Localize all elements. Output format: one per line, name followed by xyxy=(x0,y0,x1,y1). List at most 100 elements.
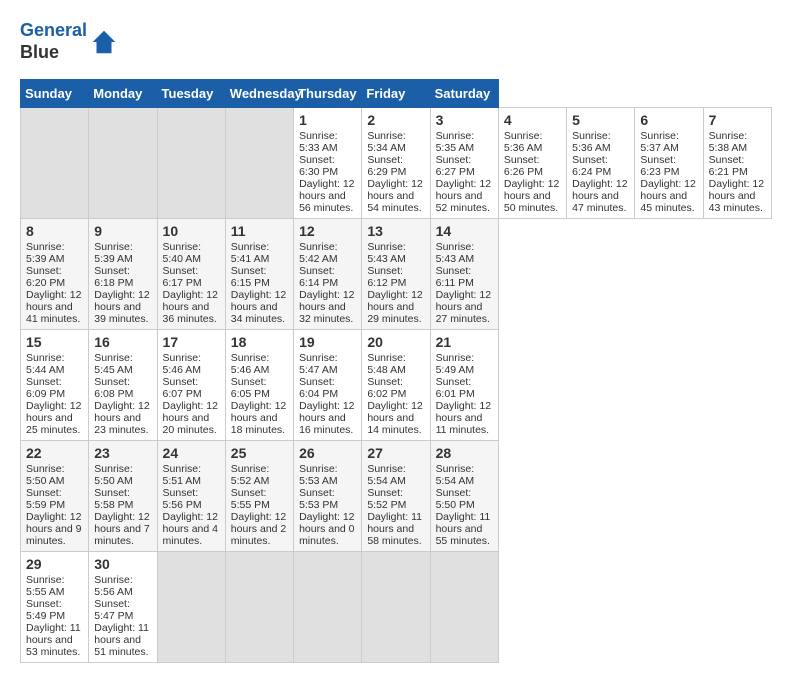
daylight: Daylight: 12 hours and 25 minutes. xyxy=(26,400,81,436)
day-number: 5 xyxy=(572,112,629,128)
sunrise: Sunrise: 5:41 AM xyxy=(231,241,270,265)
header-thursday: Thursday xyxy=(294,80,362,108)
daylight: Daylight: 12 hours and 29 minutes. xyxy=(367,289,422,325)
daylight: Daylight: 12 hours and 27 minutes. xyxy=(436,289,491,325)
day-number: 24 xyxy=(163,445,220,461)
day-number: 7 xyxy=(709,112,766,128)
sunset: Sunset: 6:04 PM xyxy=(299,376,338,400)
calendar-cell xyxy=(157,108,225,219)
sunset: Sunset: 5:55 PM xyxy=(231,487,270,511)
calendar-cell: 15Sunrise: 5:44 AMSunset: 6:09 PMDayligh… xyxy=(21,330,89,441)
calendar-cell: 16Sunrise: 5:45 AMSunset: 6:08 PMDayligh… xyxy=(89,330,157,441)
day-number: 21 xyxy=(436,334,493,350)
calendar-table: SundayMondayTuesdayWednesdayThursdayFrid… xyxy=(20,79,772,663)
calendar-cell: 4Sunrise: 5:36 AMSunset: 6:26 PMDaylight… xyxy=(498,108,566,219)
daylight: Daylight: 12 hours and 9 minutes. xyxy=(26,511,81,547)
daylight: Daylight: 12 hours and 43 minutes. xyxy=(709,178,764,214)
logo-icon xyxy=(89,27,119,57)
page-header: GeneralBlue xyxy=(20,20,772,63)
daylight: Daylight: 12 hours and 7 minutes. xyxy=(94,511,149,547)
calendar-week-row: 15Sunrise: 5:44 AMSunset: 6:09 PMDayligh… xyxy=(21,330,772,441)
sunset: Sunset: 6:21 PM xyxy=(709,154,748,178)
calendar-cell xyxy=(157,552,225,663)
daylight: Daylight: 12 hours and 32 minutes. xyxy=(299,289,354,325)
calendar-body: 1Sunrise: 5:33 AMSunset: 6:30 PMDaylight… xyxy=(21,108,772,663)
day-number: 13 xyxy=(367,223,424,239)
calendar-week-row: 29Sunrise: 5:55 AMSunset: 5:49 PMDayligh… xyxy=(21,552,772,663)
sunrise: Sunrise: 5:36 AM xyxy=(572,130,611,154)
header-monday: Monday xyxy=(89,80,157,108)
day-number: 29 xyxy=(26,556,83,572)
daylight: Daylight: 12 hours and 16 minutes. xyxy=(299,400,354,436)
sunrise: Sunrise: 5:45 AM xyxy=(94,352,133,376)
day-number: 15 xyxy=(26,334,83,350)
daylight: Daylight: 12 hours and 45 minutes. xyxy=(640,178,695,214)
sunrise: Sunrise: 5:35 AM xyxy=(436,130,475,154)
calendar-week-row: 22Sunrise: 5:50 AMSunset: 5:59 PMDayligh… xyxy=(21,441,772,552)
calendar-cell: 5Sunrise: 5:36 AMSunset: 6:24 PMDaylight… xyxy=(567,108,635,219)
day-number: 19 xyxy=(299,334,356,350)
calendar-cell: 25Sunrise: 5:52 AMSunset: 5:55 PMDayligh… xyxy=(225,441,293,552)
sunrise: Sunrise: 5:43 AM xyxy=(367,241,406,265)
sunrise: Sunrise: 5:34 AM xyxy=(367,130,406,154)
header-wednesday: Wednesday xyxy=(225,80,293,108)
sunrise: Sunrise: 5:33 AM xyxy=(299,130,338,154)
sunset: Sunset: 5:56 PM xyxy=(163,487,202,511)
sunrise: Sunrise: 5:39 AM xyxy=(26,241,65,265)
sunset: Sunset: 5:47 PM xyxy=(94,598,133,622)
sunset: Sunset: 6:26 PM xyxy=(504,154,543,178)
day-number: 11 xyxy=(231,223,288,239)
sunset: Sunset: 6:17 PM xyxy=(163,265,202,289)
sunrise: Sunrise: 5:46 AM xyxy=(163,352,202,376)
calendar-cell: 20Sunrise: 5:48 AMSunset: 6:02 PMDayligh… xyxy=(362,330,430,441)
daylight: Daylight: 12 hours and 20 minutes. xyxy=(163,400,218,436)
sunrise: Sunrise: 5:50 AM xyxy=(94,463,133,487)
calendar-cell xyxy=(21,108,89,219)
calendar-cell: 29Sunrise: 5:55 AMSunset: 5:49 PMDayligh… xyxy=(21,552,89,663)
sunrise: Sunrise: 5:49 AM xyxy=(436,352,475,376)
day-number: 27 xyxy=(367,445,424,461)
calendar-cell: 2 Sunrise: 5:34 AMSunset: 6:29 PMDaylight… xyxy=(362,108,430,219)
calendar-cell xyxy=(225,552,293,663)
calendar-cell: 30Sunrise: 5:56 AMSunset: 5:47 PMDayligh… xyxy=(89,552,157,663)
sunset: Sunset: 6:27 PM xyxy=(436,154,475,178)
calendar-cell xyxy=(225,108,293,219)
daylight: Daylight: 12 hours and 18 minutes. xyxy=(231,400,286,436)
daylight: Daylight: 12 hours and 11 minutes. xyxy=(436,400,491,436)
sunset: Sunset: 6:24 PM xyxy=(572,154,611,178)
day-number: 2 xyxy=(367,112,424,128)
sunset: Sunset: 6:14 PM xyxy=(299,265,338,289)
calendar-cell: 19 Sunrise: 5:47 AMSunset: 6:04 PMDayligh… xyxy=(294,330,362,441)
calendar-cell: 26Sunrise: 5:53 AMSunset: 5:53 PMDayligh… xyxy=(294,441,362,552)
daylight: Daylight: 12 hours and 50 minutes. xyxy=(504,178,559,214)
sunrise: Sunrise: 5:46 AM xyxy=(231,352,270,376)
calendar-cell: 27Sunrise: 5:54 AMSunset: 5:52 PMDayligh… xyxy=(362,441,430,552)
daylight: Daylight: 12 hours and 36 minutes. xyxy=(163,289,218,325)
day-number: 22 xyxy=(26,445,83,461)
sunset: Sunset: 6:05 PM xyxy=(231,376,270,400)
daylight: Daylight: 12 hours and 4 minutes. xyxy=(163,511,218,547)
day-number: 16 xyxy=(94,334,151,350)
sunset: Sunset: 6:07 PM xyxy=(163,376,202,400)
day-number: 20 xyxy=(367,334,424,350)
calendar-header-row: SundayMondayTuesdayWednesdayThursdayFrid… xyxy=(21,80,772,108)
sunset: Sunset: 6:08 PM xyxy=(94,376,133,400)
calendar-week-row: 8Sunrise: 5:39 AMSunset: 6:20 PMDaylight… xyxy=(21,219,772,330)
daylight: Daylight: 12 hours and 54 minutes. xyxy=(367,178,422,214)
sunset: Sunset: 6:30 PM xyxy=(299,154,338,178)
sunrise: Sunrise: 5:47 AM xyxy=(299,352,338,376)
sunset: Sunset: 5:50 PM xyxy=(436,487,475,511)
sunset: Sunset: 6:12 PM xyxy=(367,265,406,289)
calendar-cell: 11Sunrise: 5:41 AMSunset: 6:15 PMDayligh… xyxy=(225,219,293,330)
calendar-cell: 22Sunrise: 5:50 AMSunset: 5:59 PMDayligh… xyxy=(21,441,89,552)
sunrise: Sunrise: 5:53 AM xyxy=(299,463,338,487)
day-number: 10 xyxy=(163,223,220,239)
sunset: Sunset: 5:53 PM xyxy=(299,487,338,511)
sunset: Sunset: 6:29 PM xyxy=(367,154,406,178)
daylight: Daylight: 12 hours and 56 minutes. xyxy=(299,178,354,214)
calendar-cell xyxy=(89,108,157,219)
calendar-cell: 14Sunrise: 5:43 AMSunset: 6:11 PMDayligh… xyxy=(430,219,498,330)
day-number: 28 xyxy=(436,445,493,461)
day-number: 12 xyxy=(299,223,356,239)
sunrise: Sunrise: 5:37 AM xyxy=(640,130,679,154)
